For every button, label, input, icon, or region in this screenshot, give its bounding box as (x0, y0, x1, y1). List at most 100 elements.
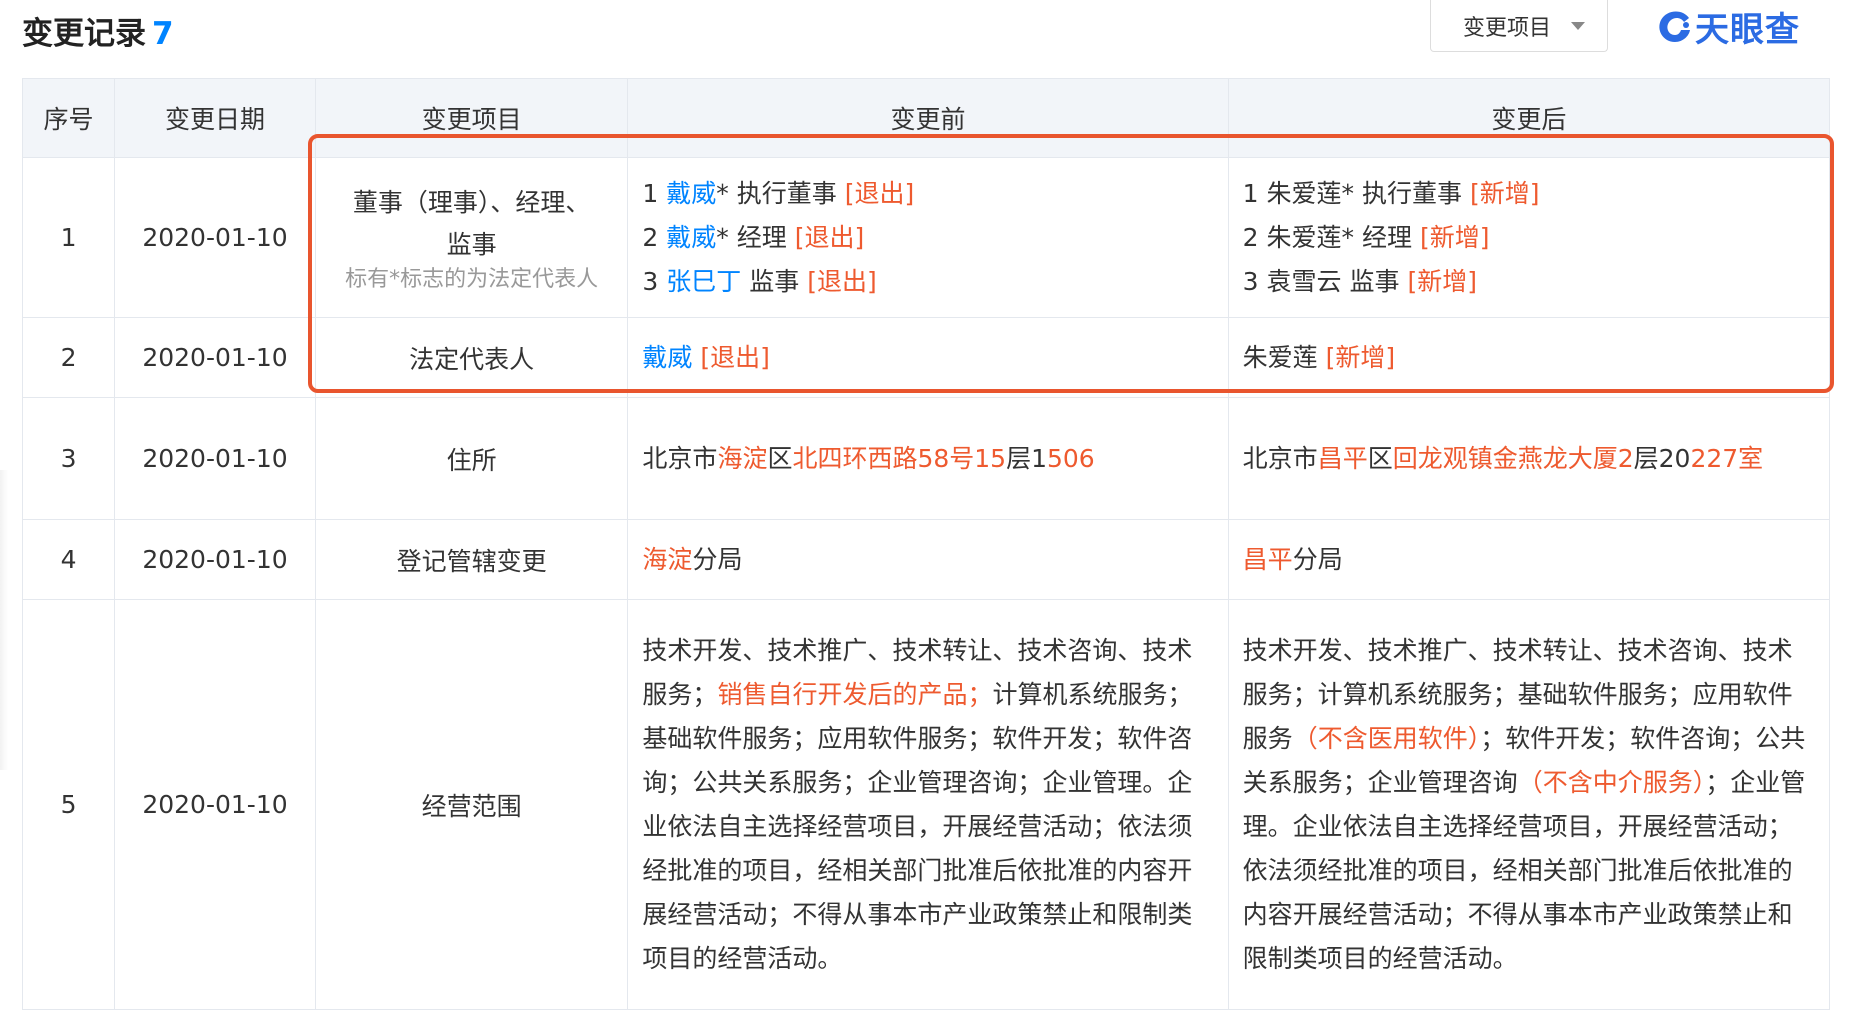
status-tag-exit: [退出] (700, 342, 770, 372)
address-after: 北京市昌平区回龙观镇金燕龙大厦2层20227室 (1243, 444, 1764, 473)
changed-text-segment: 506 (1047, 443, 1095, 473)
filter-label: 变更项目 (1463, 16, 1552, 41)
person-name: 朱爱莲 (1242, 342, 1318, 372)
record-count: 7 (152, 16, 174, 52)
change-records-table-wrapper: 序号 变更日期 变更项目 变更前 变更后 1 2020-01-10 董事（理事）… (21, 78, 1831, 1010)
entry-number: 2 (1242, 222, 1259, 252)
top-bar: 变更记录 7 变更项目 天眼查 (0, 0, 1870, 75)
table-header-row: 序号 变更日期 变更项目 变更前 变更后 (21, 78, 1831, 158)
table-row: 3 2020-01-10 住所 北京市海淀区北四环西路58号15层1506 北京… (21, 397, 1831, 520)
list-item: 1 朱爱莲* 执行董事 [新增] (1243, 172, 1815, 216)
changed-text-segment: 销售自行开发后的产品； (717, 679, 993, 709)
list-item: 3 袁雪云 监事 [新增] (1243, 260, 1815, 304)
person-name: 朱爱莲 (1266, 222, 1342, 252)
change-records-table: 序号 变更日期 变更项目 变更前 变更后 1 2020-01-10 董事（理事）… (21, 78, 1831, 1010)
logo-swirl-icon (1659, 11, 1690, 42)
changed-text-segment: 昌平 (1317, 443, 1368, 473)
entry-number: 1 (1242, 178, 1259, 208)
text-segment: ；企业管理。企业依法自主选择经营项目，开展经营活动；依法须经批准的项目，经相关部… (1242, 767, 1806, 973)
text-segment: 分局 (1292, 544, 1343, 574)
changed-text-segment: 昌平 (1242, 544, 1293, 574)
list-item: 3 张巳丁 监事 [退出] (642, 260, 1213, 304)
entry-number: 2 (642, 222, 659, 252)
legal-rep-note: 标有*标志的为法定代表人 (345, 266, 599, 292)
entry-role: * 经理 (716, 222, 787, 252)
person-link[interactable]: 戴威 (666, 223, 716, 252)
row-date: 2020-01-10 (114, 599, 316, 1010)
text-segment: 分局 (692, 544, 743, 574)
entry-number: 3 (642, 266, 659, 296)
entry-role: * 经理 (1341, 222, 1412, 252)
status-tag-new: [新增] (1407, 266, 1477, 296)
person-name: 袁雪云 (1266, 266, 1342, 296)
column-header-after: 变更后 (1227, 78, 1831, 158)
changed-text-segment: 海淀 (717, 443, 768, 473)
change-item-filter-dropdown[interactable]: 变更项目 (1430, 0, 1608, 52)
row-item: 法定代表人 (314, 317, 629, 398)
column-header-before: 变更前 (627, 78, 1229, 158)
row-after-cell: 北京市昌平区回龙观镇金燕龙大厦2层20227室 (1227, 397, 1831, 520)
column-header-item: 变更项目 (314, 78, 629, 158)
row-after-cell: 1 朱爱莲* 执行董事 [新增] 2 朱爱莲* 经理 [新增] 3 袁雪云 监事… (1227, 157, 1831, 318)
row-before-cell: 北京市海淀区北四环西路58号15层1506 (627, 397, 1229, 520)
row-index: 1 (21, 157, 116, 318)
tianyancha-logo: 天眼查 (1655, 4, 1800, 50)
row-date: 2020-01-10 (114, 157, 316, 318)
list-item: 2 朱爱莲* 经理 [新增] (1243, 216, 1815, 260)
text-segment: 北京市 (1242, 443, 1318, 473)
logo-text: 天眼查 (1695, 9, 1800, 50)
entry-role: 监事 (741, 266, 800, 296)
row-index: 5 (21, 599, 116, 1010)
row-before-cell: 技术开发、技术推广、技术转让、技术咨询、技术服务；销售自行开发后的产品；计算机系… (627, 599, 1229, 1010)
row-date: 2020-01-10 (114, 397, 316, 520)
row-after-cell: 朱爱莲 [新增] (1227, 317, 1831, 398)
authority-after: 昌平分局 (1243, 545, 1343, 574)
text-segment: 层2 (1633, 443, 1675, 473)
row-item: 经营范围 (314, 599, 629, 1010)
column-header-date: 变更日期 (114, 78, 316, 158)
row-after-cell: 技术开发、技术推广、技术转让、技术咨询、技术服务；计算机系统服务；基础软件服务；… (1227, 599, 1831, 1010)
list-item: 1 戴威* 执行董事 [退出] (642, 172, 1213, 216)
row-item: 登记管辖变更 (314, 519, 629, 600)
changed-text-segment: （不含医用软件） (1292, 723, 1481, 753)
left-edge-shadow (0, 470, 8, 770)
changed-text-segment: 北四环西路58号15 (792, 443, 1007, 473)
row-date: 2020-01-10 (114, 317, 316, 398)
row-index: 3 (21, 397, 116, 520)
status-tag-new: [新增] (1419, 222, 1490, 252)
changed-text-segment: 回龙观镇金燕龙大厦2 (1392, 443, 1634, 473)
row-after-cell: 昌平分局 (1227, 519, 1831, 600)
row-item: 住所 (314, 397, 629, 520)
table-row: 1 2020-01-10 董事（理事）、经理、监事 标有*标志的为法定代表人 1… (21, 157, 1831, 318)
text-segment: 层1 (1006, 443, 1047, 473)
row-date: 2020-01-10 (114, 519, 316, 600)
table-row: 4 2020-01-10 登记管辖变更 海淀分局 昌平分局 (21, 519, 1831, 600)
status-tag-new: [新增] (1469, 178, 1540, 208)
person-link[interactable]: 张巳丁 (666, 267, 741, 296)
row-before-cell: 戴威 [退出] (627, 317, 1229, 398)
person-link[interactable]: 戴威 (642, 343, 692, 372)
status-tag-exit: [退出] (794, 222, 865, 252)
status-tag-exit: [退出] (807, 266, 877, 296)
person-link[interactable]: 戴威 (666, 179, 716, 208)
business-scope-before: 技术开发、技术推广、技术转让、技术咨询、技术服务；销售自行开发后的产品；计算机系… (642, 636, 1192, 973)
status-tag-exit: [退出] (844, 178, 915, 208)
changed-text-segment: （不含中介服务） (1517, 767, 1706, 797)
entry-role: 监事 (1341, 266, 1400, 296)
section-title: 变更记录 7 (22, 8, 174, 53)
text-segment: 区 (767, 443, 793, 473)
row-index: 2 (21, 317, 116, 398)
entry-number: 1 (642, 178, 659, 208)
entry-role: * 执行董事 (1341, 178, 1462, 208)
table-row: 5 2020-01-10 经营范围 技术开发、技术推广、技术转让、技术咨询、技术… (21, 599, 1831, 1010)
section-title-text: 变更记录 (22, 16, 146, 52)
text-segment: 北京市 (642, 443, 718, 473)
column-header-index: 序号 (21, 78, 116, 158)
person-name: 朱爱莲 (1266, 178, 1342, 208)
changed-text-segment: 227室 (1690, 443, 1764, 473)
row-item: 董事（理事）、经理、监事 (352, 187, 591, 259)
text-segment: 0 (1674, 443, 1691, 473)
authority-before: 海淀分局 (642, 545, 742, 574)
row-index: 4 (21, 519, 116, 600)
chevron-down-icon (1571, 22, 1585, 30)
